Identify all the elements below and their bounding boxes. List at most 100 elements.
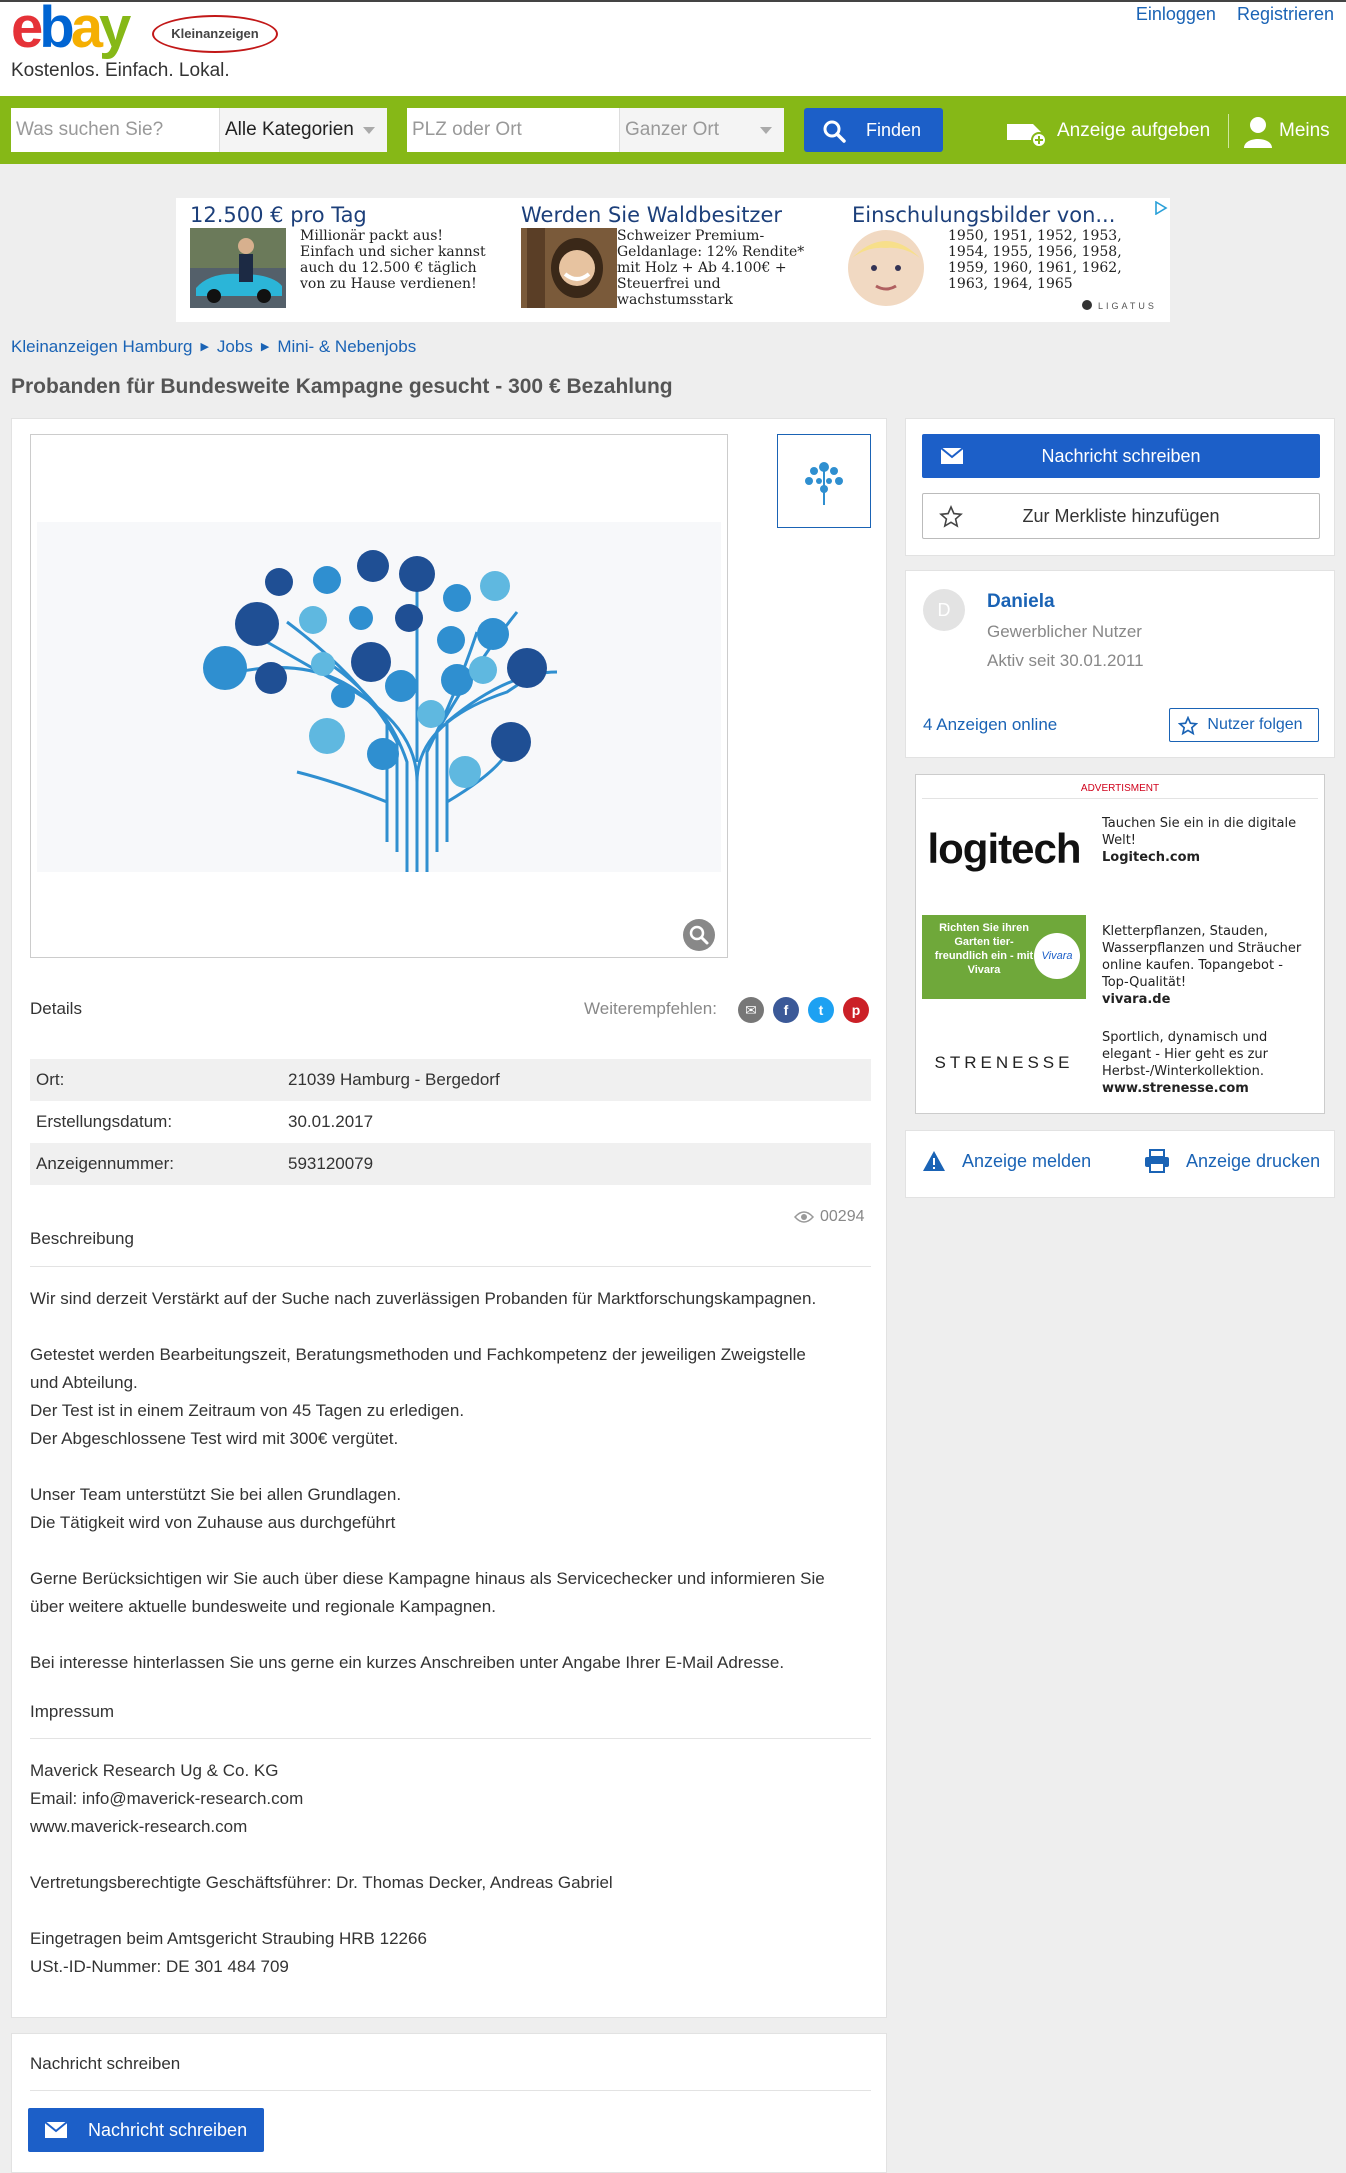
- star-icon: [1178, 716, 1198, 736]
- find-button-label: Finden: [866, 120, 922, 140]
- ligatus-logo: LIGATUS: [1082, 300, 1157, 311]
- search-input[interactable]: Was suchen Sie?: [11, 108, 219, 152]
- ad-banner[interactable]: 12.500 € pro Tag Millionär packt aus! Ei…: [176, 198, 1170, 322]
- radius-select[interactable]: Ganzer Ort: [619, 108, 784, 152]
- details-row: Erstellungsdatum: 30.01.2017: [36, 1112, 374, 1131]
- ad-item[interactable]: Richten Sie ihren Garten tier-freundlich…: [922, 915, 1320, 1007]
- email-icon[interactable]: ✉: [738, 997, 764, 1023]
- banner-item-title: Werden Sie Waldbesitzer: [521, 203, 783, 227]
- divider: [30, 1266, 871, 1267]
- impressum-text: Maverick Research Ug & Co. KG Email: inf…: [30, 1761, 613, 1976]
- printer-icon: [1145, 1149, 1169, 1173]
- post-ad-icon: [1007, 124, 1047, 148]
- message-button[interactable]: Nachricht schreiben: [28, 2108, 264, 2152]
- details-heading: Details: [30, 999, 82, 1018]
- envelope-icon: [940, 447, 964, 464]
- search-bar: Was suchen Sie? Alle Kategorien PLZ oder…: [0, 96, 1346, 164]
- chevron-down-icon: [760, 127, 772, 134]
- category-select-value: Alle Kategorien: [225, 119, 354, 140]
- user-icon: [1244, 117, 1272, 148]
- watchlist-button[interactable]: Zur Merkliste hinzufügen: [922, 493, 1320, 539]
- ebay-logo[interactable]: ebay: [11, 0, 131, 57]
- envelope-icon: [44, 2121, 68, 2138]
- banner-car-image: [190, 228, 286, 308]
- banner-item-text: 1950, 1951, 1952, 1953, 1954, 1955, 1956…: [948, 228, 1122, 292]
- message-button[interactable]: Nachricht schreiben: [922, 434, 1320, 478]
- seller-panel: D Daniela Gewerblicher Nutzer Aktiv seit…: [905, 570, 1335, 758]
- account-links: Einloggen Registrieren: [1120, 4, 1334, 25]
- divider: [922, 798, 1318, 799]
- twitter-icon[interactable]: t: [808, 997, 834, 1023]
- warning-icon: [923, 1151, 945, 1171]
- star-icon: [939, 505, 963, 528]
- page-title: Probanden für Bundesweite Kampagne gesuc…: [11, 375, 673, 398]
- impressum-heading: Impressum: [30, 1702, 115, 1721]
- vivara-logo: Vivara: [1034, 933, 1080, 979]
- tagline: Kostenlos. Einfach. Lokal.: [11, 60, 230, 81]
- divider: [30, 2090, 871, 2091]
- ad-main-image[interactable]: [37, 522, 721, 872]
- eye-icon: [794, 1211, 814, 1223]
- divider: [30, 1738, 871, 1739]
- details-row: Anzeigennummer: 593120079: [30, 1143, 871, 1185]
- side-advertisement[interactable]: ADVERTISMENT logitech Tauchen Sie ein in…: [915, 774, 1325, 1114]
- chevron-down-icon: [363, 127, 375, 134]
- logitech-logo: logitech: [927, 825, 1081, 872]
- seller-active-since: Aktiv seit 30.01.2011: [987, 651, 1144, 670]
- adchoices-icon[interactable]: [1154, 201, 1168, 215]
- breadcrumb-item[interactable]: Jobs: [217, 337, 253, 356]
- login-link[interactable]: Einloggen: [1136, 4, 1216, 24]
- banner-girl-image: [521, 228, 617, 308]
- search-icon: [823, 120, 846, 143]
- banner-item-title: 12.500 € pro Tag: [190, 203, 367, 227]
- ad-item-text: Tauchen Sie ein in die digitale Welt! Log…: [1102, 816, 1297, 865]
- meins-label: Meins: [1279, 120, 1330, 141]
- pinterest-icon[interactable]: p: [843, 997, 869, 1023]
- post-ad-label: Anzeige aufgeben: [1057, 120, 1211, 141]
- breadcrumb: Kleinanzeigen Hamburg ▶ Jobs ▶ Mini- & Neben…: [11, 337, 416, 357]
- follow-button[interactable]: Nutzer folgen: [1169, 708, 1319, 742]
- kleinanzeigen-badge: Kleinanzeigen: [152, 15, 278, 53]
- contact-actions-panel: Nachricht schreiben Zur Merkliste hinzuf…: [905, 418, 1335, 556]
- ad-item-text: Kletterpflanzen, Stauden, Wasserpflanzen…: [1102, 924, 1302, 1007]
- gallery-thumbnail[interactable]: [777, 434, 871, 528]
- banner-item[interactable]: 12.500 € pro Tag Millionär packt aus! Ei…: [176, 198, 496, 322]
- zoom-button[interactable]: [683, 919, 715, 951]
- banner-item-title: Einschulungsbilder von...: [852, 203, 1116, 227]
- register-link[interactable]: Registrieren: [1237, 4, 1334, 24]
- details-row: Ort: 21039 Hamburg - Bergedorf: [30, 1059, 871, 1101]
- banner-item-text: Schweizer Premium-Geldanlage: 12% Rendit…: [617, 228, 805, 308]
- category-select[interactable]: Alle Kategorien: [219, 108, 387, 152]
- location-input[interactable]: PLZ oder Ort: [407, 108, 619, 152]
- print-ad-link[interactable]: Anzeige drucken: [1144, 1149, 1320, 1173]
- bottom-message-panel: Nachricht schreiben Nachricht schreiben: [11, 2033, 887, 2173]
- view-counter: 00294: [794, 1208, 865, 1226]
- vivara-ad-image: Richten Sie ihren Garten tier-freundlich…: [922, 915, 1086, 999]
- banner-item[interactable]: Werden Sie Waldbesitzer Schweizer Premiu…: [507, 198, 827, 322]
- ligatus-mark-icon: [1082, 300, 1092, 310]
- banner-child-image: [844, 228, 940, 308]
- seller-name[interactable]: Daniela: [987, 591, 1055, 613]
- meins-menu[interactable]: Meins: [1228, 114, 1330, 148]
- ad-item[interactable]: STRENESSE Sportlich, dynamisch und elega…: [922, 1021, 1320, 1105]
- find-button[interactable]: Finden: [804, 108, 943, 152]
- post-ad-button[interactable]: Anzeige aufgeben: [1003, 114, 1210, 148]
- report-ad-link[interactable]: Anzeige melden: [922, 1151, 1091, 1172]
- ad-main-panel: Details Weiterempfehlen: ✉ f t p Ort: 210…: [11, 418, 887, 2018]
- share-label: Weiterempfehlen:: [584, 999, 717, 1018]
- top-header: ebay Kleinanzeigen Kostenlos. Einfach. L…: [0, 0, 1346, 98]
- ad-item-text: Sportlich, dynamisch und elegant - Hier …: [1102, 1030, 1269, 1096]
- facebook-icon[interactable]: f: [773, 997, 799, 1023]
- strenesse-logo: STRENESSE: [934, 1053, 1074, 1072]
- tech-tree-illustration: [203, 550, 558, 872]
- breadcrumb-item[interactable]: Kleinanzeigen Hamburg: [11, 337, 192, 356]
- breadcrumb-item[interactable]: Mini- & Nebenjobs: [277, 337, 416, 356]
- bottom-message-heading: Nachricht schreiben: [30, 2054, 181, 2073]
- radius-select-value: Ganzer Ort: [625, 119, 719, 140]
- seller-ads-link[interactable]: 4 Anzeigen online: [923, 715, 1057, 735]
- ad-label: ADVERTISMENT: [1080, 783, 1160, 794]
- thumbnail-image: [805, 462, 843, 505]
- image-gallery[interactable]: [30, 434, 728, 958]
- chevron-right-icon: ▶: [260, 341, 270, 353]
- ad-item[interactable]: logitech Tauchen Sie ein in die digitale…: [922, 807, 1320, 891]
